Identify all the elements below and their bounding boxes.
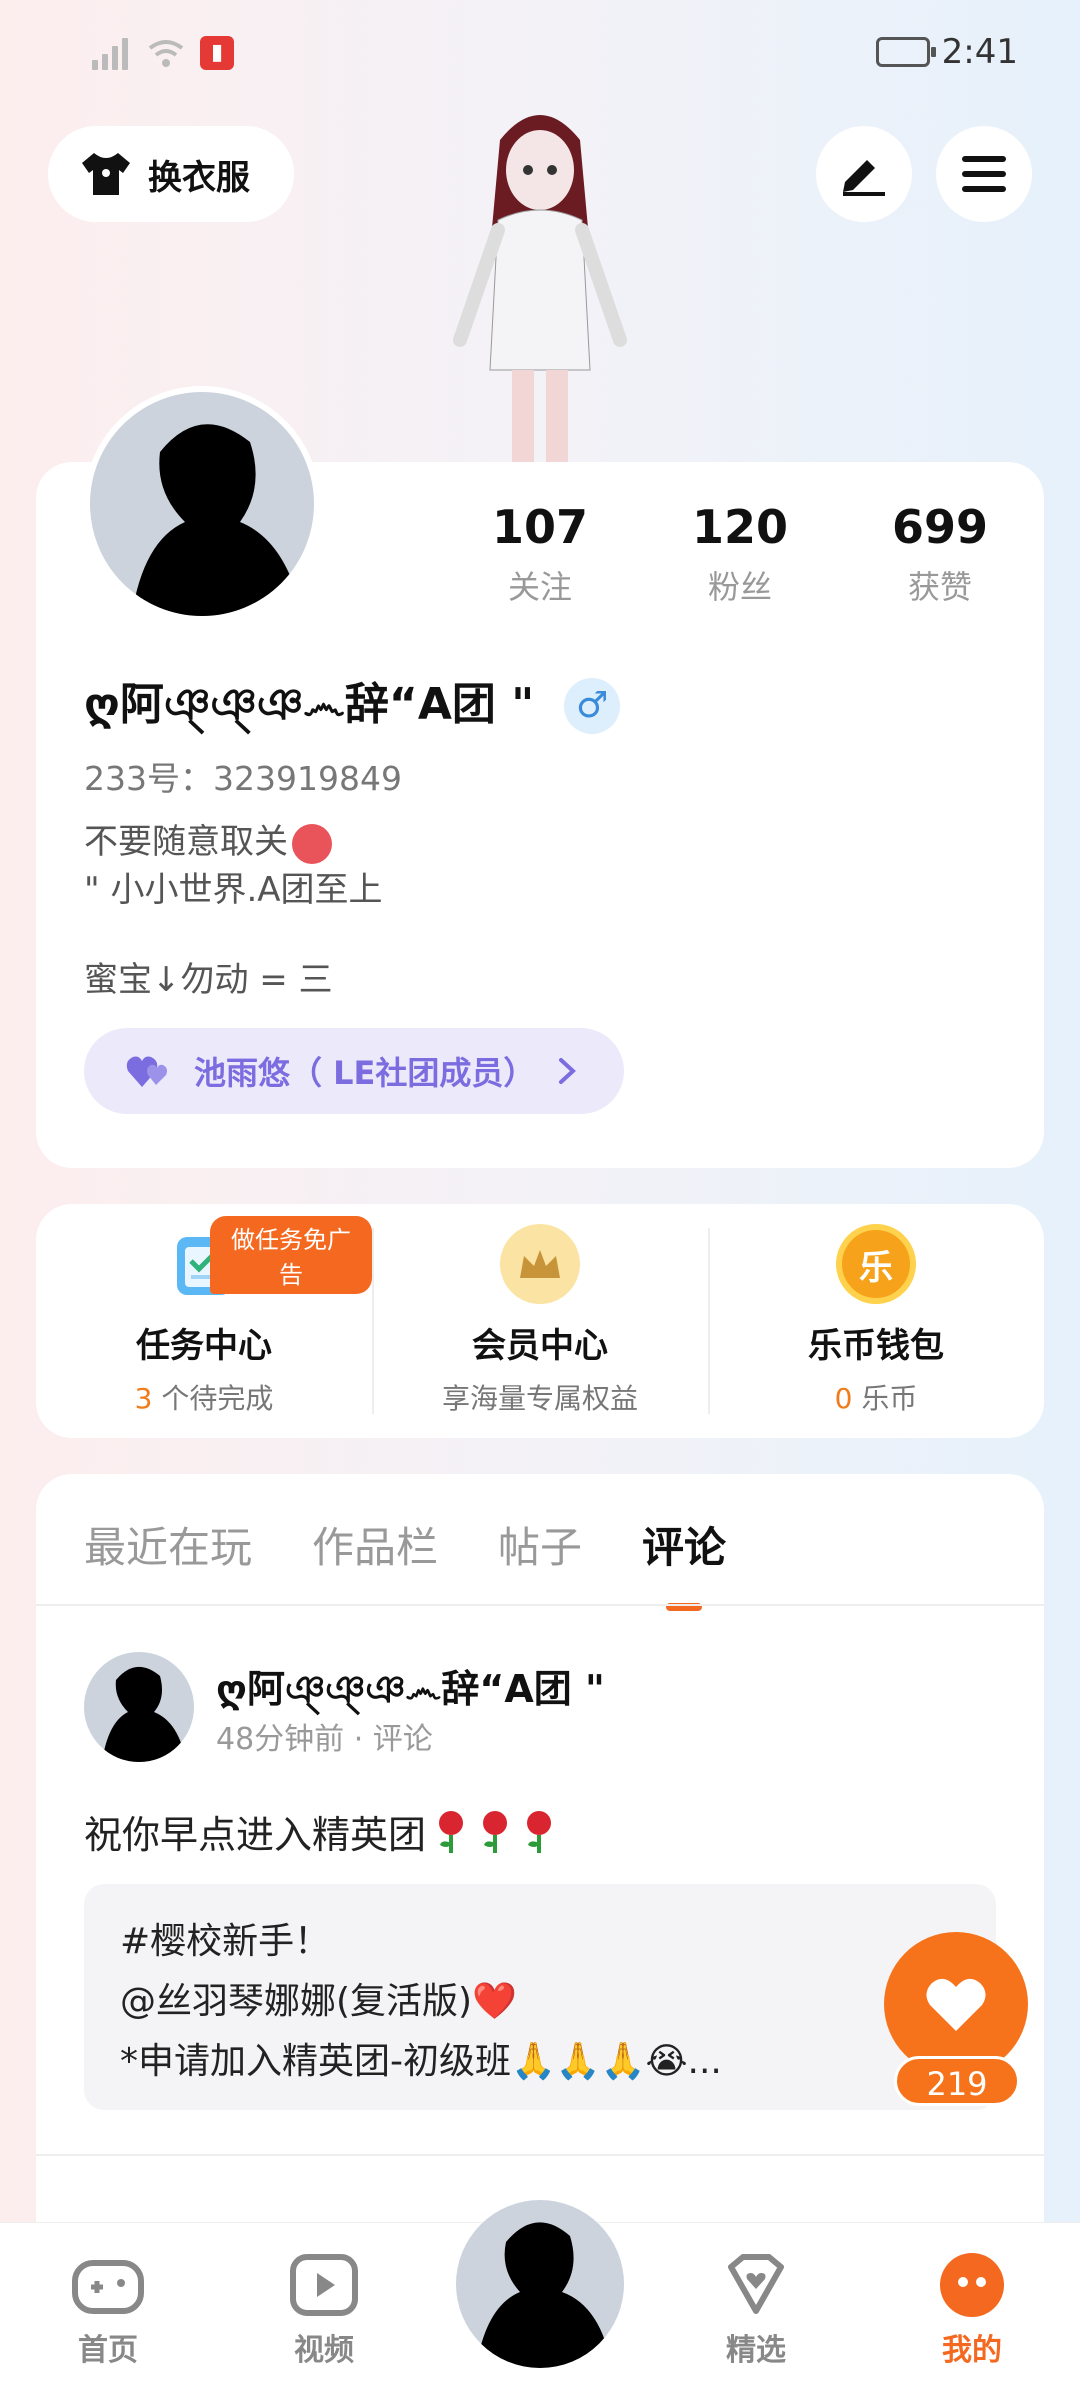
likes-count: 699 (891, 500, 989, 554)
post-text: 祝你早点进入精英团 (84, 1804, 558, 1859)
bio: 不要随意取关 " 小小世界.A团至上 (84, 818, 383, 914)
services-card: 做任务免广告 任务中心 3 个待完成 会员中心 享海量专属权益 乐 乐币钱包 0… (36, 1204, 1044, 1438)
post-text-content: 祝你早点进入精英团 (84, 1813, 427, 1857)
coin-balance: 0 (834, 1382, 853, 1415)
coin-unit: 乐币 (852, 1382, 918, 1415)
gamepad-icon (71, 2253, 145, 2317)
tab-works[interactable]: 作品栏 (312, 1514, 438, 1575)
status-bar: ▮ 2:41 (0, 28, 1080, 80)
coin-wallet-sub: 0 乐币 (708, 1377, 1044, 1417)
username: ღ阿ঞ্ঞ্ঞ෴辞“A团 " ♂ (84, 668, 621, 744)
coin-wallet[interactable]: 乐 乐币钱包 0 乐币 (708, 1204, 1044, 1438)
quoted-post[interactable]: #樱校新手！ @丝羽琴娜娜(复活版)❤️ *申请加入精英团-初级班🙏🙏🙏😭... (84, 1884, 996, 2110)
profile-stats: 107 关注 120 粉丝 699 获赞 (440, 500, 1040, 608)
group-label: 池雨悠（ LE社团成员） (194, 1054, 536, 1092)
rose-icon (527, 1810, 552, 1853)
avatar-character-illustration[interactable] (440, 100, 640, 470)
rose-icon (483, 1810, 508, 1853)
tab-recently-played[interactable]: 最近在玩 (84, 1514, 252, 1575)
bio-line-1: 不要随意取关 (84, 822, 288, 862)
bio-line-2: " 小小世界.A团至上 (84, 870, 383, 910)
signal-icon (92, 36, 132, 70)
coin-icon: 乐 (836, 1224, 916, 1304)
followers-label: 粉丝 (707, 568, 772, 606)
face-icon (935, 2253, 1009, 2317)
followers-count: 120 (691, 500, 789, 554)
edit-profile-button[interactable] (816, 126, 912, 222)
post-meta: 48分钟前 · 评论 (216, 1722, 433, 1757)
member-center-sub: 享海量专属权益 (441, 1382, 638, 1415)
quote-line-3: *申请加入精英团-初级班🙏🙏🙏😭... (120, 2041, 722, 2082)
nav-featured[interactable]: 精选 (686, 2253, 826, 2369)
wifi-icon (146, 36, 186, 70)
profile-tabs: 最近在玩 作品栏 帖子 评论 (84, 1514, 726, 1575)
nav-video-label: 视频 (294, 2333, 354, 2368)
heart-diamond-icon (719, 2253, 793, 2317)
coin-icon-text: 乐 (859, 1247, 893, 1288)
coin-wallet-title: 乐币钱包 (808, 1326, 944, 1366)
task-center[interactable]: 做任务免广告 任务中心 3 个待完成 (36, 1204, 372, 1438)
likes-stat[interactable]: 699 获赞 (840, 500, 1040, 608)
group-membership-pill[interactable]: 池雨悠（ LE社团成员） (84, 1028, 624, 1114)
member-center[interactable]: 会员中心 享海量专属权益 (372, 1204, 708, 1438)
avatar[interactable] (84, 386, 320, 622)
nav-home[interactable]: 首页 (38, 2253, 178, 2369)
quote-line-1: #樱校新手！ (120, 1921, 331, 1962)
nav-center-avatar[interactable] (456, 2200, 624, 2368)
followers-stat[interactable]: 120 粉丝 (640, 500, 840, 608)
nav-video[interactable]: 视频 (254, 2253, 394, 2369)
following-stat[interactable]: 107 关注 (440, 500, 640, 608)
pending-count: 3 (134, 1382, 153, 1415)
following-label: 关注 (507, 568, 572, 606)
hamburger-icon (962, 156, 1006, 192)
like-button[interactable] (884, 1932, 1028, 2076)
following-count: 107 (491, 500, 589, 554)
task-center-sub: 3 个待完成 (36, 1377, 372, 1417)
menu-button[interactable] (936, 126, 1032, 222)
play-icon (287, 2253, 361, 2317)
change-outfit-button[interactable]: 换衣服 (48, 126, 294, 222)
feed-divider (36, 2154, 1044, 2156)
clock: 2:41 (941, 32, 1018, 72)
task-badge: 做任务免广告 (210, 1216, 372, 1294)
male-gender-icon: ♂ (564, 678, 621, 734)
heart-icon (926, 1978, 986, 2031)
tab-comments[interactable]: 评论 (642, 1514, 726, 1575)
shirt-icon (82, 153, 130, 195)
book-app-icon: ▮ (200, 36, 234, 70)
tab-posts[interactable]: 帖子 (498, 1514, 582, 1575)
nav-home-label: 首页 (78, 2333, 138, 2368)
battery-icon (875, 37, 936, 67)
member-center-title: 会员中心 (472, 1326, 608, 1366)
nav-me-label: 我的 (942, 2333, 1002, 2368)
angry-face-icon (292, 823, 332, 864)
chevron-right-icon (559, 1058, 577, 1084)
post-avatar[interactable] (84, 1652, 194, 1762)
user-id[interactable]: 233号：323919849 (84, 752, 402, 800)
likes-label: 获赞 (907, 568, 972, 606)
quote-line-2: @丝羽琴娜娜(复活版)❤️ (120, 1981, 517, 2022)
bio-line-3: 蜜宝↓勿动 = 三 (84, 960, 333, 1000)
tabs-divider (36, 1604, 1044, 1606)
change-outfit-label: 换衣服 (148, 157, 250, 198)
rose-icon (439, 1810, 464, 1853)
nav-featured-label: 精选 (726, 2333, 786, 2368)
task-center-title: 任务中心 (136, 1326, 272, 1366)
nav-me[interactable]: 我的 (902, 2253, 1042, 2369)
crown-icon (500, 1224, 580, 1304)
username-text: ღ阿ঞ্ঞ্ঞ෴辞“A团 " (84, 679, 535, 730)
pending-label: 个待完成 (152, 1382, 274, 1415)
hearts-icon (126, 1056, 167, 1087)
pen-icon (843, 160, 885, 196)
like-count: 219 (894, 2056, 1020, 2106)
